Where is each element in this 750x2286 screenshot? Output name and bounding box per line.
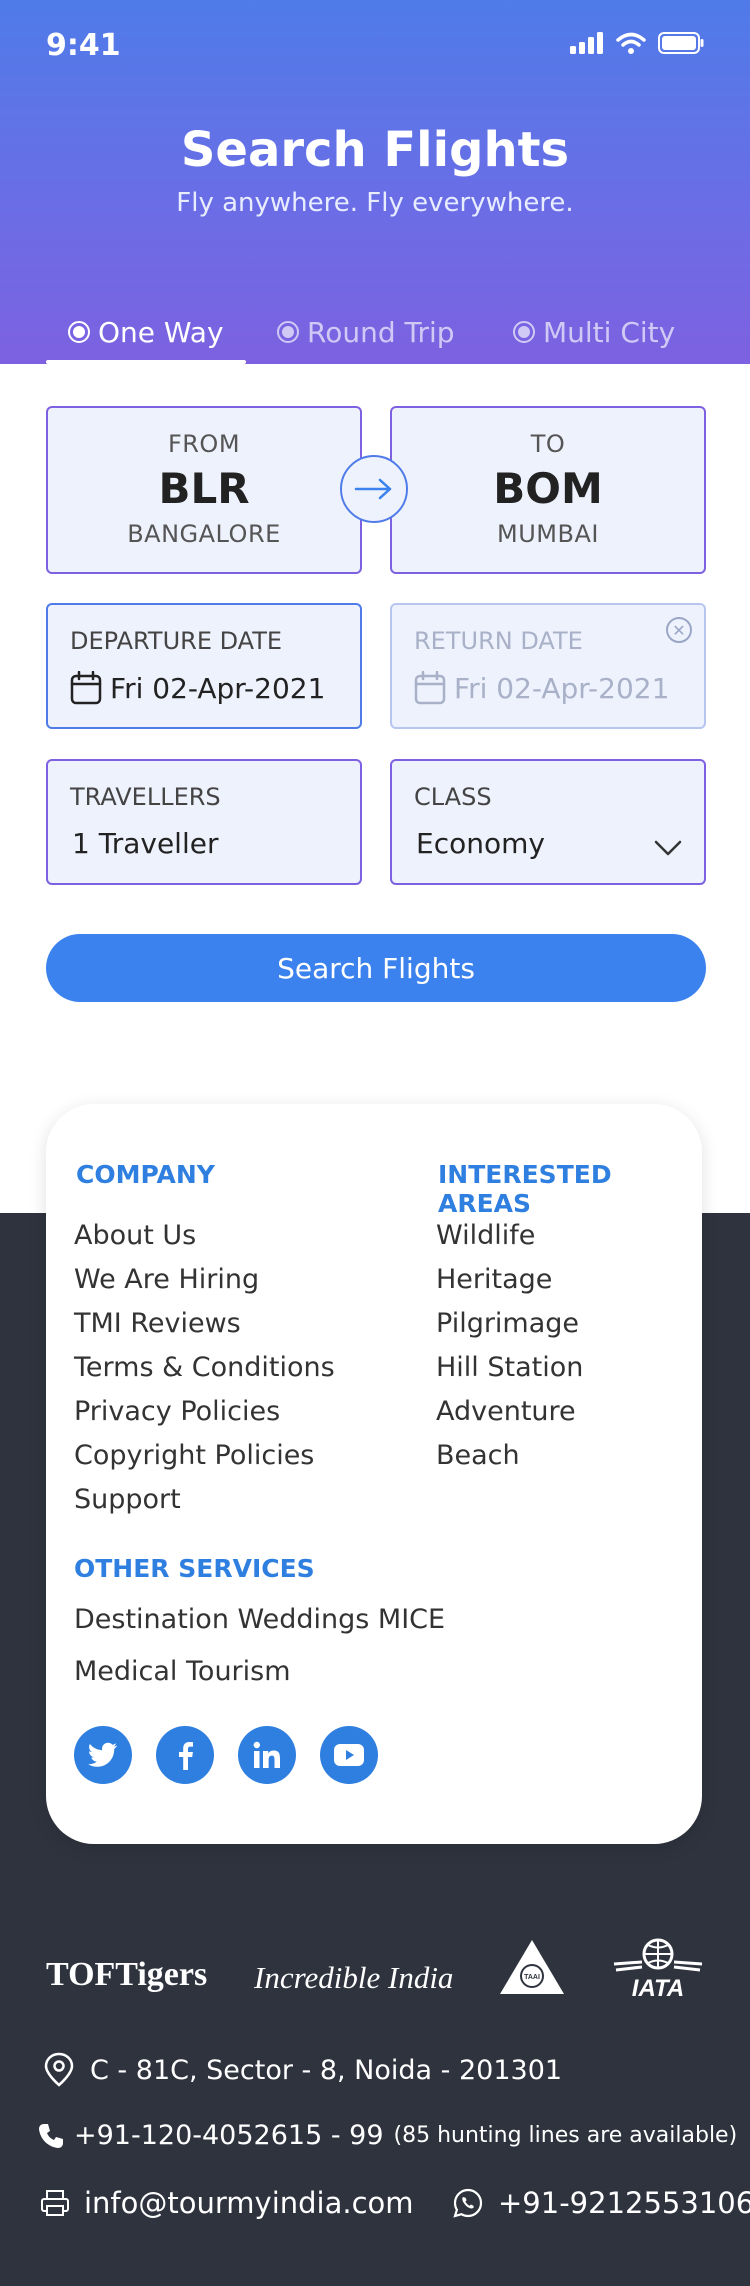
phone-text: +91-120-4052615 - 99	[74, 2120, 384, 2151]
from-label: FROM	[167, 430, 241, 458]
whatsapp-row[interactable]: +91-9212553106	[452, 2186, 750, 2220]
footer-link-tmi-reviews[interactable]: TMI Reviews	[74, 1308, 241, 1339]
footer-link-beach[interactable]: Beach	[436, 1440, 520, 1471]
return-date-field[interactable]: RETURN DATE ✕ Fri 02-Apr-2021	[390, 603, 706, 729]
class-select[interactable]: CLASS Economy	[390, 759, 706, 885]
youtube-icon[interactable]	[320, 1726, 378, 1784]
twitter-icon[interactable]	[74, 1726, 132, 1784]
facebook-icon[interactable]	[156, 1726, 214, 1784]
tab-round-trip[interactable]: Round Trip	[277, 308, 455, 356]
services-heading: OTHER SERVICES	[74, 1554, 315, 1583]
radio-icon	[513, 321, 535, 343]
address-text: C - 81C, Sector - 8, Noida - 201301	[90, 2054, 563, 2086]
phone-icon	[39, 2123, 63, 2148]
page-title: Search Flights	[180, 122, 570, 178]
to-label: TO	[530, 430, 566, 458]
departure-value: Fri 02-Apr-2021	[110, 671, 326, 705]
return-value: Fri 02-Apr-2021	[454, 671, 670, 705]
footer-link-medical-tourism[interactable]: Medical Tourism	[74, 1656, 291, 1687]
calendar-icon	[70, 671, 102, 705]
footer-link-we-are-hiring[interactable]: We Are Hiring	[74, 1264, 259, 1295]
radio-icon	[277, 321, 299, 343]
travellers-field[interactable]: TRAVELLERS 1 Traveller	[46, 759, 362, 885]
toftigers-logo-text: TOFTigers	[46, 1956, 208, 1993]
to-city: MUMBAI	[497, 520, 599, 548]
active-tab-indicator	[46, 360, 246, 364]
footer-link-wildlife[interactable]: Wildlife	[436, 1220, 535, 1251]
incredible-india-logo: Incredible India	[254, 1960, 453, 1996]
areas-heading: INTERESTED AREAS	[438, 1160, 612, 1218]
footer-link-heritage[interactable]: Heritage	[436, 1264, 552, 1295]
class-value: Economy	[416, 827, 545, 860]
travellers-label: TRAVELLERS	[70, 783, 221, 811]
footer-link-copyright[interactable]: Copyright Policies	[74, 1440, 314, 1471]
tab-label: Round Trip	[307, 315, 455, 349]
calendar-icon	[414, 671, 446, 705]
class-label: CLASS	[414, 783, 492, 811]
signal-icon	[570, 32, 603, 54]
status-time: 9:41	[46, 28, 121, 63]
taai-logo: TAAI	[498, 1938, 566, 1998]
return-value-row: Fri 02-Apr-2021	[414, 671, 669, 705]
tab-multi-city[interactable]: Multi City	[513, 308, 675, 356]
iata-logo: IATA	[612, 1936, 704, 2002]
whatsapp-text: +91-9212553106	[498, 2186, 750, 2220]
radio-icon	[68, 321, 90, 343]
footer-link-pilgrimage[interactable]: Pilgrimage	[436, 1308, 579, 1339]
iata-logo-icon: IATA	[613, 1938, 703, 2002]
tab-label: One Way	[98, 315, 224, 349]
chevron-down-icon	[654, 840, 682, 856]
return-label: RETURN DATE	[414, 627, 583, 655]
tab-label: Multi City	[543, 315, 676, 349]
status-bar: 9:41	[0, 0, 750, 90]
to-field[interactable]: TO BOM MUMBAI	[390, 406, 706, 574]
wifi-icon	[616, 32, 646, 54]
page-subtitle: Fly anywhere. Fly everywhere.	[176, 188, 574, 218]
departure-label: DEPARTURE DATE	[70, 627, 283, 655]
iata-logo-text: IATA	[632, 1975, 684, 2002]
whatsapp-icon	[453, 2188, 483, 2218]
company-heading: COMPANY	[76, 1160, 215, 1189]
clear-return-icon[interactable]: ✕	[666, 617, 692, 643]
from-code: BLR	[158, 464, 250, 513]
tab-one-way[interactable]: One Way	[68, 308, 224, 356]
address-row: C - 81C, Sector - 8, Noida - 201301	[42, 2052, 562, 2088]
location-pin-icon	[44, 2052, 74, 2087]
to-code: BOM	[493, 464, 603, 513]
printer-icon	[41, 2190, 69, 2216]
trip-type-tabs: One Way Round Trip Multi City	[0, 300, 750, 364]
footer-link-hill-station[interactable]: Hill Station	[436, 1352, 583, 1383]
toftigers-logo: TOFTigers	[46, 1956, 207, 1994]
swap-button[interactable]	[340, 455, 408, 523]
travellers-value: 1 Traveller	[72, 827, 219, 860]
email-row[interactable]: info@tourmyindia.com	[40, 2186, 414, 2220]
email-text: info@tourmyindia.com	[84, 2186, 414, 2220]
footer-link-privacy[interactable]: Privacy Policies	[74, 1396, 280, 1427]
from-field[interactable]: FROM BLR BANGALORE	[46, 406, 362, 574]
phone-note: (85 hunting lines are available)	[393, 2123, 738, 2148]
status-icons	[570, 32, 704, 54]
search-flights-button[interactable]: Search Flights	[46, 934, 706, 1002]
battery-icon	[658, 32, 704, 54]
footer-link-support[interactable]: Support	[74, 1484, 181, 1515]
taai-logo-text: TAAI	[524, 1974, 540, 1981]
footer-link-destination-weddings[interactable]: Destination Weddings MICE	[74, 1604, 445, 1635]
taai-logo-icon: TAAI	[500, 1940, 564, 1994]
header: 9:41 Search Flights Fly anywhere. Fly ev…	[0, 0, 750, 364]
incredible-india-logo-text: Incredible India	[254, 1960, 454, 1995]
departure-date-field[interactable]: DEPARTURE DATE Fri 02-Apr-2021	[46, 603, 362, 729]
footer-link-about-us[interactable]: About Us	[74, 1220, 196, 1251]
from-city: BANGALORE	[127, 520, 281, 548]
footer-link-terms[interactable]: Terms & Conditions	[74, 1352, 335, 1383]
linkedin-icon[interactable]	[238, 1726, 296, 1784]
footer-link-adventure[interactable]: Adventure	[436, 1396, 576, 1427]
arrow-right-icon	[354, 478, 392, 500]
phone-row[interactable]: +91-120-4052615 - 99 (85 hunting lines a…	[38, 2120, 737, 2151]
departure-value-row: Fri 02-Apr-2021	[70, 671, 325, 705]
footer-links-card: COMPANY INTERESTED AREAS About Us We Are…	[46, 1104, 702, 1844]
